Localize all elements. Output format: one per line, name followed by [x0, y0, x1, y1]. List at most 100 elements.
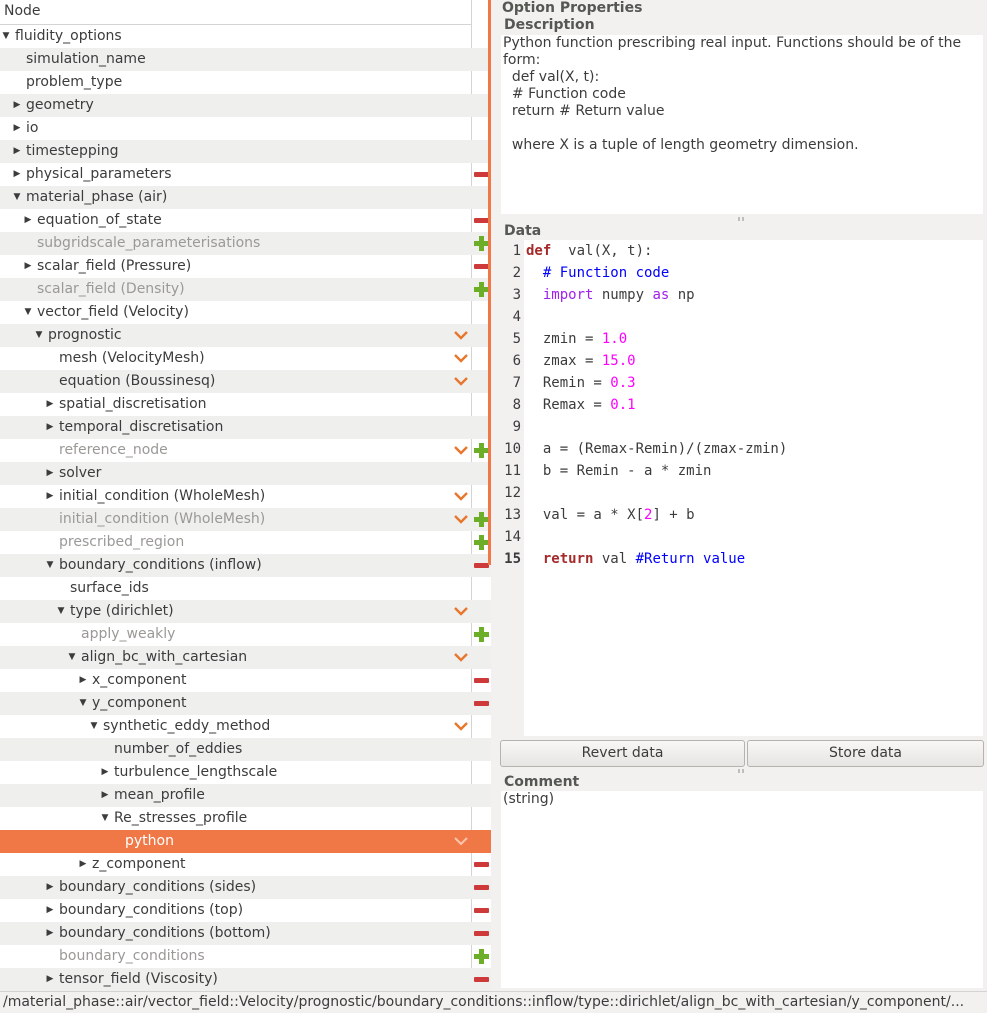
remove-node-icon[interactable] [472, 669, 490, 692]
tree-row[interactable]: ▶ x_component [0, 669, 491, 692]
tree-row[interactable]: ▼ prognostic [0, 324, 491, 347]
code-line[interactable]: 14 [501, 526, 983, 548]
add-node-icon[interactable] [472, 945, 490, 968]
options-tree[interactable]: Node ▼ fluidity_options simulation_name pro… [0, 0, 491, 991]
store-data-button[interactable]: Store data [747, 740, 984, 767]
choice-dropdown-icon[interactable] [452, 508, 470, 531]
choice-dropdown-icon[interactable] [452, 324, 470, 347]
tree-row[interactable]: surface_ids [0, 577, 491, 600]
code-line[interactable]: 10 a = (Remax-Remin)/(zmax-zmin) [501, 438, 983, 460]
tree-row[interactable]: number_of_eddies [0, 738, 491, 761]
tree-row[interactable]: prescribed_region [0, 531, 491, 554]
tree-column-header[interactable]: Node [0, 0, 471, 25]
code-line[interactable]: 11 b = Remin - a * zmin [501, 460, 983, 482]
choice-dropdown-icon[interactable] [452, 347, 470, 370]
expander-collapsed-icon[interactable]: ▶ [44, 462, 56, 485]
revert-data-button[interactable]: Revert data [500, 740, 745, 767]
expander-expanded-icon[interactable]: ▼ [44, 554, 56, 577]
expander-expanded-icon[interactable]: ▼ [33, 324, 45, 347]
expander-collapsed-icon[interactable]: ▶ [11, 117, 23, 140]
tree-row[interactable]: ▶ mean_profile [0, 784, 491, 807]
description-resize-grip[interactable] [738, 217, 746, 221]
choice-dropdown-icon[interactable] [452, 439, 470, 462]
code-line[interactable]: 3 import numpy as np [501, 284, 983, 306]
code-line[interactable]: 7 Remin = 0.3 [501, 372, 983, 394]
expander-collapsed-icon[interactable]: ▶ [11, 163, 23, 186]
tree-row[interactable]: ▼ Re_stresses_profile [0, 807, 491, 830]
tree-row[interactable]: ▶ initial_condition (WholeMesh) [0, 485, 491, 508]
code-line[interactable]: 8 Remax = 0.1 [501, 394, 983, 416]
tree-row[interactable]: ▶ scalar_field (Pressure) [0, 255, 491, 278]
remove-node-icon[interactable] [472, 853, 490, 876]
expander-expanded-icon[interactable]: ▼ [0, 25, 12, 48]
tree-row[interactable]: boundary_conditions [0, 945, 491, 968]
tree-row[interactable]: ▶ geometry [0, 94, 491, 117]
code-line[interactable]: 12 [501, 482, 983, 504]
expander-collapsed-icon[interactable]: ▶ [44, 899, 56, 922]
code-line[interactable]: 4 [501, 306, 983, 328]
expander-collapsed-icon[interactable]: ▶ [99, 761, 111, 784]
tree-row[interactable]: ▶ boundary_conditions (sides) [0, 876, 491, 899]
expander-expanded-icon[interactable]: ▼ [88, 715, 100, 738]
choice-dropdown-icon[interactable] [452, 485, 470, 508]
code-editor[interactable]: 1 def val(X, t): 2 # Function code 3 import… [501, 240, 983, 736]
expander-collapsed-icon[interactable]: ▶ [99, 784, 111, 807]
expander-collapsed-icon[interactable]: ▶ [44, 393, 56, 416]
expander-collapsed-icon[interactable]: ▶ [22, 209, 34, 232]
tree-row[interactable]: ▶ equation_of_state [0, 209, 491, 232]
choice-dropdown-icon[interactable] [452, 600, 470, 623]
tree-row[interactable]: ▼ material_phase (air) [0, 186, 491, 209]
comment-field[interactable]: (string) [501, 791, 983, 988]
tree-row[interactable]: scalar_field (Density) [0, 278, 491, 301]
remove-node-icon[interactable] [472, 692, 490, 715]
code-line[interactable]: 1 def val(X, t): [501, 240, 983, 262]
tree-row[interactable]: equation (Boussinesq) [0, 370, 491, 393]
expander-collapsed-icon[interactable]: ▶ [44, 876, 56, 899]
code-line[interactable]: 15 return val #Return value [501, 548, 983, 570]
remove-node-icon[interactable] [472, 922, 490, 945]
comment-resize-grip[interactable] [738, 769, 746, 773]
expander-collapsed-icon[interactable]: ▶ [11, 140, 23, 163]
tree-row[interactable]: ▶ tensor_field (Viscosity) [0, 968, 491, 991]
tree-row[interactable]: ▶ turbulence_lengthscale [0, 761, 491, 784]
tree-row[interactable]: mesh (VelocityMesh) [0, 347, 491, 370]
remove-node-icon[interactable] [472, 968, 490, 991]
tree-row[interactable]: simulation_name [0, 48, 491, 71]
expander-collapsed-icon[interactable]: ▶ [44, 968, 56, 991]
tree-row[interactable]: ▼ align_bc_with_cartesian [0, 646, 491, 669]
code-line[interactable]: 13 val = a * X[2] + b [501, 504, 983, 526]
tree-row[interactable]: apply_weakly [0, 623, 491, 646]
choice-dropdown-icon[interactable] [452, 370, 470, 393]
remove-node-icon[interactable] [472, 899, 490, 922]
tree-row[interactable]: python [0, 830, 491, 853]
tree-row[interactable]: ▼ vector_field (Velocity) [0, 301, 491, 324]
tree-row[interactable]: reference_node [0, 439, 491, 462]
expander-expanded-icon[interactable]: ▼ [77, 692, 89, 715]
tree-row[interactable]: ▶ z_component [0, 853, 491, 876]
expander-collapsed-icon[interactable]: ▶ [44, 922, 56, 945]
expander-collapsed-icon[interactable]: ▶ [77, 669, 89, 692]
code-line[interactable]: 5 zmin = 1.0 [501, 328, 983, 350]
expander-collapsed-icon[interactable]: ▶ [77, 853, 89, 876]
code-line[interactable]: 9 [501, 416, 983, 438]
tree-row[interactable]: ▼ type (dirichlet) [0, 600, 491, 623]
tree-row[interactable]: problem_type [0, 71, 491, 94]
tree-row[interactable]: ▶ temporal_discretisation [0, 416, 491, 439]
tree-row[interactable]: ▶ boundary_conditions (top) [0, 899, 491, 922]
tree-row[interactable]: subgridscale_parameterisations [0, 232, 491, 255]
choice-dropdown-icon[interactable] [452, 646, 470, 669]
tree-row[interactable]: ▶ spatial_discretisation [0, 393, 491, 416]
choice-dropdown-icon[interactable] [452, 830, 470, 853]
tree-row[interactable]: ▶ boundary_conditions (bottom) [0, 922, 491, 945]
tree-row[interactable]: ▼ y_component [0, 692, 491, 715]
tree-row[interactable]: ▼ synthetic_eddy_method [0, 715, 491, 738]
expander-collapsed-icon[interactable]: ▶ [22, 255, 34, 278]
expander-collapsed-icon[interactable]: ▶ [44, 485, 56, 508]
tree-row[interactable]: ▶ physical_parameters [0, 163, 491, 186]
expander-collapsed-icon[interactable]: ▶ [11, 94, 23, 117]
expander-expanded-icon[interactable]: ▼ [22, 301, 34, 324]
expander-expanded-icon[interactable]: ▼ [11, 186, 23, 209]
tree-row[interactable]: ▶ io [0, 117, 491, 140]
code-line[interactable]: 6 zmax = 15.0 [501, 350, 983, 372]
expander-expanded-icon[interactable]: ▼ [66, 646, 78, 669]
